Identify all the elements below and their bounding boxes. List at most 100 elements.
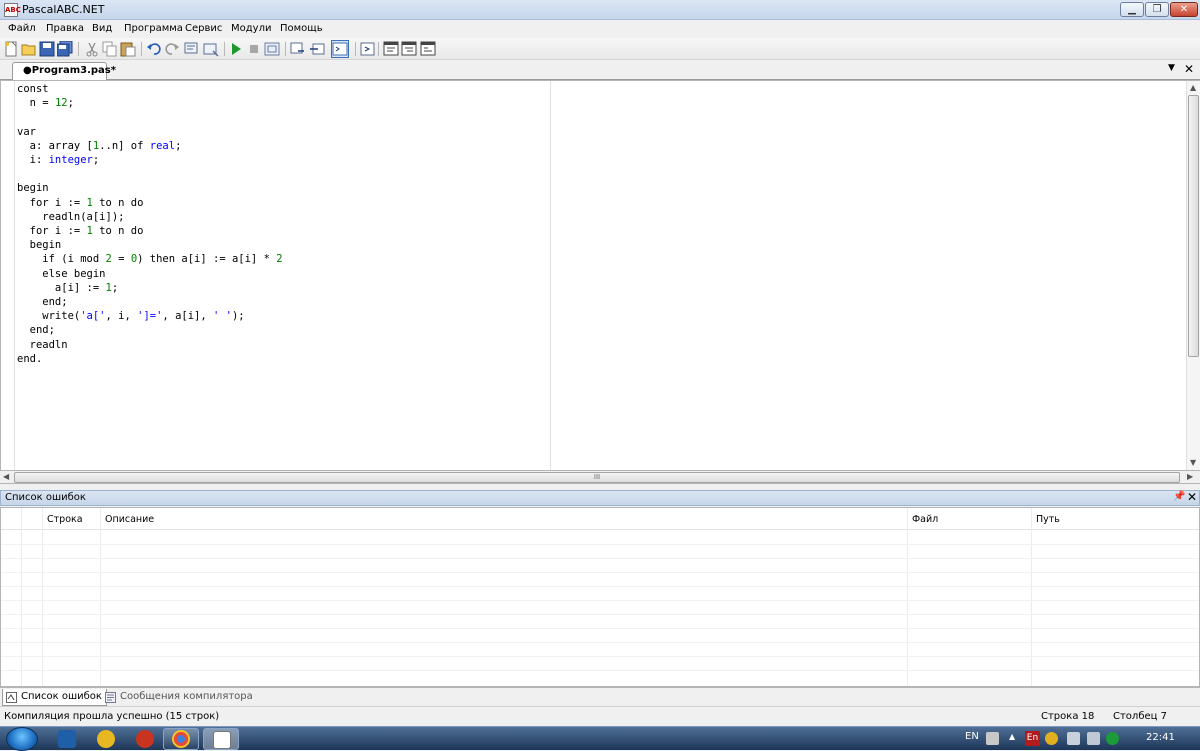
menu-bar: Файл Правка Вид Программа Сервис Модули … [0, 20, 1200, 38]
tab-program3[interactable]: ●Program3.pas* [12, 62, 116, 80]
language-indicator[interactable]: EN [965, 731, 979, 742]
code-line[interactable]: readln [17, 338, 283, 352]
output-window-icon[interactable] [331, 40, 349, 58]
vertical-scroll-thumb[interactable] [1188, 95, 1199, 357]
code-line[interactable]: else begin [17, 267, 283, 281]
menu-edit[interactable]: Правка [46, 23, 84, 34]
error-list-header-row: Строка Описание Файл Путь [1, 508, 1199, 530]
scroll-down-icon[interactable]: ▼ [1190, 458, 1196, 467]
code-line[interactable]: for i := 1 to n do [17, 196, 283, 210]
undo-icon[interactable] [146, 41, 162, 57]
compile-icon[interactable] [264, 41, 280, 57]
menu-help[interactable]: Помощь [280, 23, 323, 34]
find-icon[interactable] [184, 41, 200, 57]
code-line[interactable] [17, 110, 283, 124]
save-all-icon[interactable] [56, 40, 73, 57]
menu-modules[interactable]: Модули [231, 23, 271, 34]
chevron-down-icon[interactable]: ▼ [1168, 63, 1175, 73]
code-line[interactable]: var [17, 125, 283, 139]
code-line[interactable]: end; [17, 323, 283, 337]
cut-icon[interactable] [84, 41, 100, 57]
app-icon-3[interactable] [136, 730, 154, 748]
code-line[interactable]: a: array [1..n] of real; [17, 139, 283, 153]
status-bar: Компиляция прошла успешно (15 строк) Стр… [0, 706, 1200, 726]
scroll-up-icon[interactable]: ▲ [1190, 83, 1196, 92]
code-line[interactable]: for i := 1 to n do [17, 224, 283, 238]
new-file-icon[interactable] [3, 41, 19, 57]
goto-icon[interactable] [360, 41, 376, 57]
replace-icon[interactable] [203, 41, 219, 57]
paste-icon[interactable] [120, 41, 136, 57]
code-line[interactable]: end. [17, 352, 283, 366]
tab-compiler-messages-label: Сообщения компилятора [120, 691, 253, 702]
column-header-path[interactable]: Путь [1036, 514, 1060, 525]
scroll-left-icon[interactable]: ◀ [3, 472, 9, 481]
code-line[interactable] [17, 167, 283, 181]
code-line[interactable]: i: integer; [17, 153, 283, 167]
tray-expand-icon[interactable]: ▲ [1009, 732, 1015, 741]
editor-gutter [1, 81, 15, 470]
breakpoint-icon[interactable] [401, 41, 417, 57]
network-icon[interactable] [1067, 732, 1080, 745]
run-icon[interactable] [228, 41, 244, 57]
browser-ie-icon[interactable] [58, 730, 76, 748]
code-line[interactable]: write('a[', i, ']=', a[i], ' '); [17, 309, 283, 323]
taskbar: EN ▲ En 22:41 [0, 726, 1200, 751]
right-margin-line [550, 81, 551, 470]
close-icon[interactable]: ✕ [1184, 62, 1194, 76]
menu-program[interactable]: Программа [124, 23, 183, 34]
code-line[interactable]: if (i mod 2 = 0) then a[i] := a[i] * 2 [17, 252, 282, 266]
format-icon[interactable] [383, 41, 399, 57]
code-line[interactable]: begin [17, 238, 283, 252]
horizontal-scroll-thumb[interactable]: III [14, 472, 1180, 483]
horizontal-scrollbar[interactable]: ◀ III ▶ [0, 471, 1200, 484]
code-editor[interactable]: const n = 12; var a: array [1..n] of rea… [0, 80, 1200, 471]
code-line[interactable]: end; [17, 295, 283, 309]
taskbar-pascalabc-button[interactable] [203, 728, 239, 750]
en-badge-icon[interactable]: En [1025, 731, 1040, 746]
code-text[interactable]: const n = 12; var a: array [1..n] of rea… [17, 82, 283, 366]
taskbar-chrome-button[interactable] [163, 728, 199, 750]
error-panel-title: Список ошибок [5, 492, 86, 503]
code-line[interactable]: n = 12; [17, 96, 283, 110]
code-line[interactable]: const [17, 82, 283, 96]
copy-icon[interactable] [102, 41, 118, 57]
code-line[interactable]: begin [17, 181, 283, 195]
menu-view[interactable]: Вид [92, 23, 112, 34]
panel-close-icon[interactable]: ✕ [1187, 490, 1197, 504]
vertical-scrollbar[interactable]: ▲ ▼ [1186, 81, 1200, 470]
tab-error-list[interactable]: Список ошибок [2, 689, 107, 706]
close-window-button[interactable]: ✕ [1170, 2, 1198, 17]
column-header-description[interactable]: Описание [105, 514, 154, 525]
redo-icon[interactable] [164, 41, 180, 57]
pin-icon[interactable]: 📌 [1173, 491, 1185, 502]
toolbar [0, 38, 1200, 60]
stop-icon[interactable] [246, 41, 262, 57]
tab-compiler-messages[interactable]: Сообщения компилятора [102, 689, 257, 706]
menu-file[interactable]: Файл [8, 23, 36, 34]
volume-icon[interactable] [1087, 732, 1100, 745]
open-icon[interactable] [21, 41, 37, 57]
step-into-icon[interactable] [309, 41, 325, 57]
keyboard-icon[interactable] [986, 732, 999, 745]
menu-service[interactable]: Сервис [185, 23, 222, 34]
start-button[interactable] [6, 727, 38, 751]
column-header-file[interactable]: Файл [912, 514, 938, 525]
bottom-panel-tabs: Список ошибок Сообщения компилятора [0, 687, 1200, 706]
column-header-line[interactable]: Строка [47, 514, 83, 525]
clock[interactable]: 22:41 [1146, 732, 1175, 743]
code-line[interactable]: readln(a[i]); [17, 210, 283, 224]
step-over-icon[interactable] [290, 41, 306, 57]
tray-icon-2[interactable] [1106, 732, 1119, 745]
restore-button[interactable]: ❐ [1145, 2, 1169, 17]
save-icon[interactable] [39, 41, 55, 57]
scroll-right-icon[interactable]: ▶ [1187, 472, 1193, 481]
tray-icon-1[interactable] [1045, 732, 1058, 745]
window-title: PascalABC.NET [22, 3, 105, 16]
media-player-icon[interactable] [97, 730, 115, 748]
minimize-button[interactable]: ▁ [1120, 2, 1144, 17]
pascalabc-icon [213, 731, 231, 749]
title-bar: ABC PascalABC.NET ▁ ❐ ✕ [0, 0, 1200, 20]
code-line[interactable]: a[i] := 1; [17, 281, 283, 295]
watch-icon[interactable] [420, 41, 436, 57]
